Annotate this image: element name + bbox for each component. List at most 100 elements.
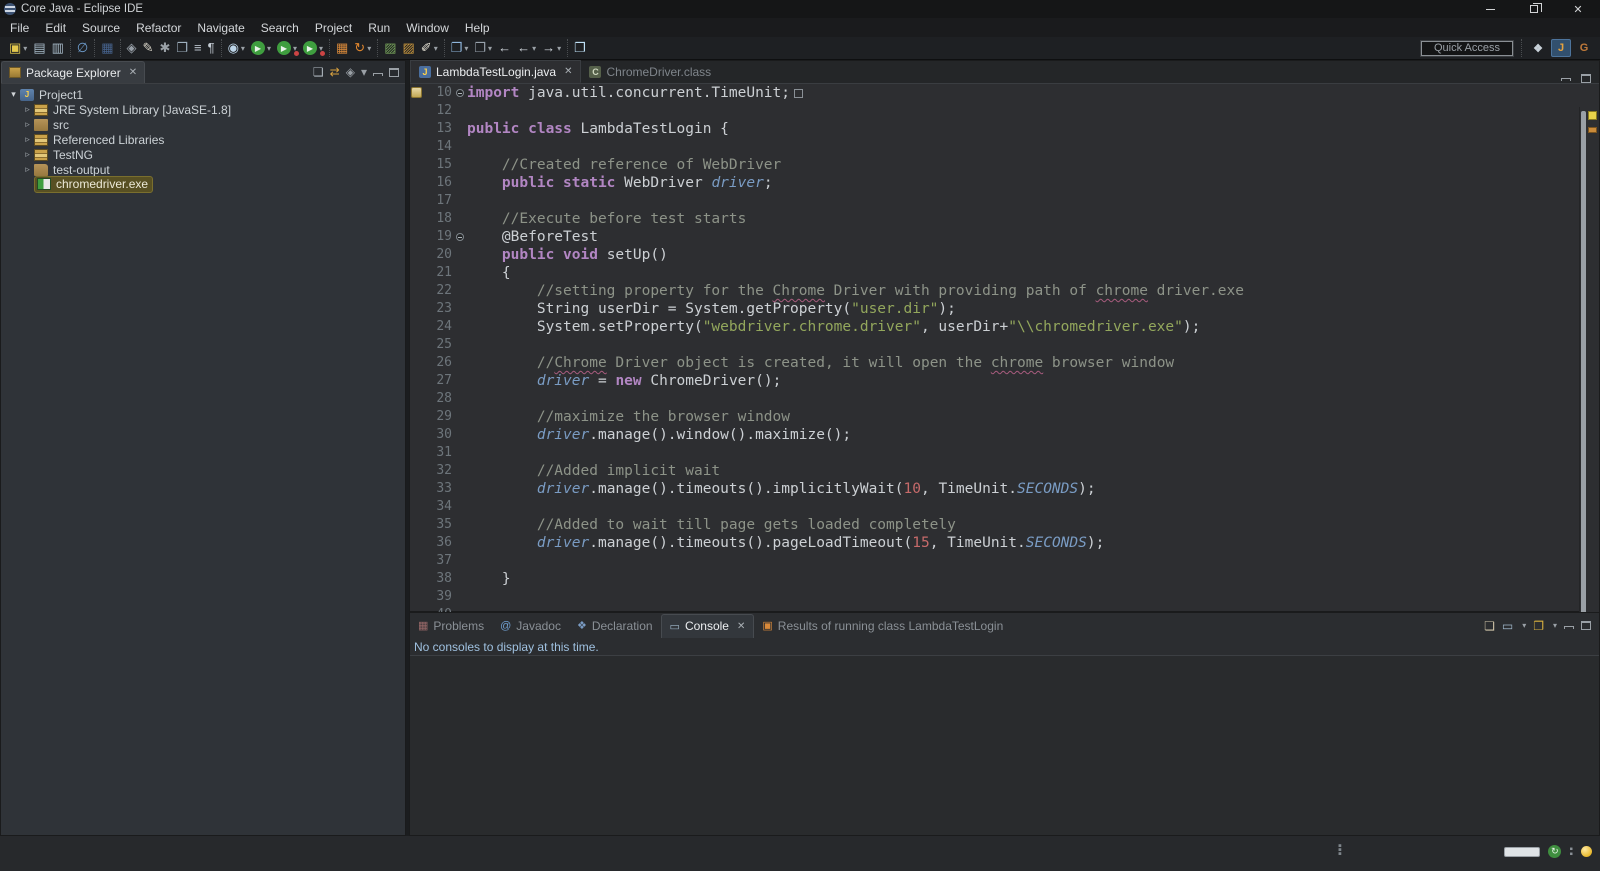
editor-tab-chromedriver-class[interactable]: CChromeDriver.class <box>581 60 719 83</box>
code-line-33[interactable]: 33 driver.manage().timeouts().implicitly… <box>410 480 1599 498</box>
code-line-28[interactable]: 28 <box>410 390 1599 408</box>
run-settings-button[interactable]: ✱ <box>157 40 172 56</box>
status-grip-icon[interactable]: ▪▪▪ <box>1338 844 1342 856</box>
minimize-editor-button[interactable] <box>1561 78 1571 81</box>
line-number[interactable]: 21 <box>424 264 452 282</box>
console-tab-declaration[interactable]: ❖Declaration <box>569 614 661 638</box>
close-icon[interactable]: ✕ <box>564 66 572 77</box>
fold-collapse-icon[interactable] <box>456 89 464 97</box>
code-line-34[interactable]: 34 <box>410 498 1599 516</box>
fold-collapse-icon[interactable] <box>456 233 464 241</box>
line-number[interactable]: 17 <box>424 192 452 210</box>
maximize-editor-button[interactable] <box>1581 74 1591 83</box>
fold-marker[interactable] <box>452 228 467 246</box>
tree-item-chromedriver-exe[interactable]: chromedriver.exe <box>1 177 405 192</box>
close-window-button[interactable]: ✕ <box>1556 0 1600 18</box>
code-line-10[interactable]: 10import java.util.concurrent.TimeUnit; <box>410 84 1599 102</box>
menu-search[interactable]: Search <box>253 19 307 37</box>
next-annotation-button[interactable]: ❐▾ <box>449 40 471 56</box>
code-line-21[interactable]: 21 { <box>410 264 1599 282</box>
code-line-27[interactable]: 27 driver = new ChromeDriver(); <box>410 372 1599 390</box>
open-console-icon[interactable]: ❐ <box>1533 619 1544 633</box>
quick-access-box[interactable]: Quick Access <box>1421 41 1513 56</box>
tree-collapsed-arrow-icon[interactable]: ▹ <box>21 104 34 115</box>
back-button[interactable]: ←▾ <box>515 40 538 56</box>
line-number[interactable]: 16 <box>424 174 452 192</box>
maximize-console-button[interactable] <box>1581 621 1591 630</box>
code-line-38[interactable]: 38 } <box>410 570 1599 588</box>
code-line-32[interactable]: 32 //Added implicit wait <box>410 462 1599 480</box>
code-line-24[interactable]: 24 System.setProperty("webdriver.chrome.… <box>410 318 1599 336</box>
line-number[interactable]: 33 <box>424 480 452 498</box>
run-button[interactable]: ▶▾ <box>249 40 273 56</box>
code-line-22[interactable]: 22 //setting property for the Chrome Dri… <box>410 282 1599 300</box>
line-number[interactable]: 39 <box>424 588 452 606</box>
tree-item-referenced-libraries[interactable]: ▹Referenced Libraries <box>1 132 405 147</box>
line-number[interactable]: 13 <box>424 120 452 138</box>
tree-collapsed-arrow-icon[interactable]: ▹ <box>21 149 34 160</box>
background-job-icon[interactable]: ↻ <box>1548 845 1561 858</box>
chevron-down-icon[interactable]: ▾ <box>557 44 561 53</box>
collapse-all-icon[interactable]: ❏ <box>313 65 324 79</box>
clean-up-button[interactable]: ✎ <box>141 40 156 56</box>
tree-item-src[interactable]: ▹src <box>1 117 405 132</box>
tree-expanded-arrow-icon[interactable]: ▾ <box>7 89 20 100</box>
new-testng-class-button[interactable]: ▦ <box>334 40 350 56</box>
line-number[interactable]: 30 <box>424 426 452 444</box>
chevron-down-icon[interactable]: ▾ <box>1522 621 1526 630</box>
link-with-editor-icon[interactable]: ⇄ <box>330 65 340 79</box>
code-line-37[interactable]: 37 <box>410 552 1599 570</box>
line-number[interactable]: 37 <box>424 552 452 570</box>
overview-marker-warning[interactable] <box>1588 127 1597 133</box>
save-all-button[interactable]: ▥ <box>50 40 66 56</box>
open-task-button[interactable]: ◈ <box>125 40 139 56</box>
console-tab-results-of-running-class-lambdatestlogin[interactable]: ▣Results of running class LambdaTestLogi… <box>754 614 1011 638</box>
chevron-down-icon[interactable]: ▾ <box>434 44 438 53</box>
menu-project[interactable]: Project <box>307 19 360 37</box>
testng-convert-button[interactable]: ↻▾ <box>352 40 373 56</box>
line-number[interactable]: 15 <box>424 156 452 174</box>
tree-item-testng[interactable]: ▹TestNG <box>1 147 405 162</box>
chevron-down-icon[interactable]: ▾ <box>1553 621 1557 630</box>
code-line-16[interactable]: 16 public static WebDriver driver; <box>410 174 1599 192</box>
restore-window-button[interactable] <box>1512 0 1556 18</box>
chevron-down-icon[interactable]: ▾ <box>267 44 271 53</box>
skip-all-breakpoints-button[interactable]: ∅ <box>75 40 90 56</box>
code-line-31[interactable]: 31 <box>410 444 1599 462</box>
profile-button[interactable]: ▶▾ <box>301 40 325 56</box>
line-number[interactable]: 38 <box>424 570 452 588</box>
tree-collapsed-arrow-icon[interactable]: ▹ <box>21 164 34 175</box>
git-perspective-button[interactable]: G <box>1574 39 1594 57</box>
editor-tab-lambdatestlogin-java[interactable]: JLambdaTestLogin.java✕ <box>410 60 581 83</box>
menu-edit[interactable]: Edit <box>37 19 74 37</box>
line-number[interactable]: 26 <box>424 354 452 372</box>
forward-button[interactable]: →▾ <box>540 40 563 56</box>
code-line-14[interactable]: 14 <box>410 138 1599 156</box>
save-button[interactable]: ▤ <box>31 40 47 56</box>
code-line-25[interactable]: 25 <box>410 336 1599 354</box>
menu-file[interactable]: File <box>2 19 37 37</box>
code-line-19[interactable]: 19 @BeforeTest <box>410 228 1599 246</box>
line-number[interactable]: 24 <box>424 318 452 336</box>
chevron-down-icon[interactable]: ▾ <box>23 44 27 53</box>
focus-on-active-task-icon[interactable]: ◈ <box>346 65 355 79</box>
code-line-17[interactable]: 17 <box>410 192 1599 210</box>
line-number[interactable]: 34 <box>424 498 452 516</box>
line-number[interactable]: 27 <box>424 372 452 390</box>
last-edit-location-button[interactable]: ← <box>496 40 513 56</box>
tree-item-test-output[interactable]: ▹test-output <box>1 162 405 177</box>
code-line-13[interactable]: 13public class LambdaTestLogin { <box>410 120 1599 138</box>
code-line-36[interactable]: 36 driver.manage().timeouts().pageLoadTi… <box>410 534 1599 552</box>
code-line-23[interactable]: 23 String userDir = System.getProperty("… <box>410 300 1599 318</box>
open-web-browser-button[interactable]: ❐ <box>572 40 588 56</box>
menu-window[interactable]: Window <box>398 19 457 37</box>
close-icon[interactable]: ✕ <box>737 621 745 632</box>
code-line-20[interactable]: 20 public void setUp() <box>410 246 1599 264</box>
display-selected-console-icon[interactable]: ▭ <box>1502 619 1513 633</box>
menu-navigate[interactable]: Navigate <box>189 19 252 37</box>
code-area[interactable]: 10import java.util.concurrent.TimeUnit; 1… <box>410 84 1599 612</box>
tree-item-project1[interactable]: ▾JProject1 <box>1 87 405 102</box>
menu-source[interactable]: Source <box>74 19 128 37</box>
view-menu-icon[interactable]: ▾ <box>361 65 367 79</box>
line-number[interactable]: 22 <box>424 282 452 300</box>
